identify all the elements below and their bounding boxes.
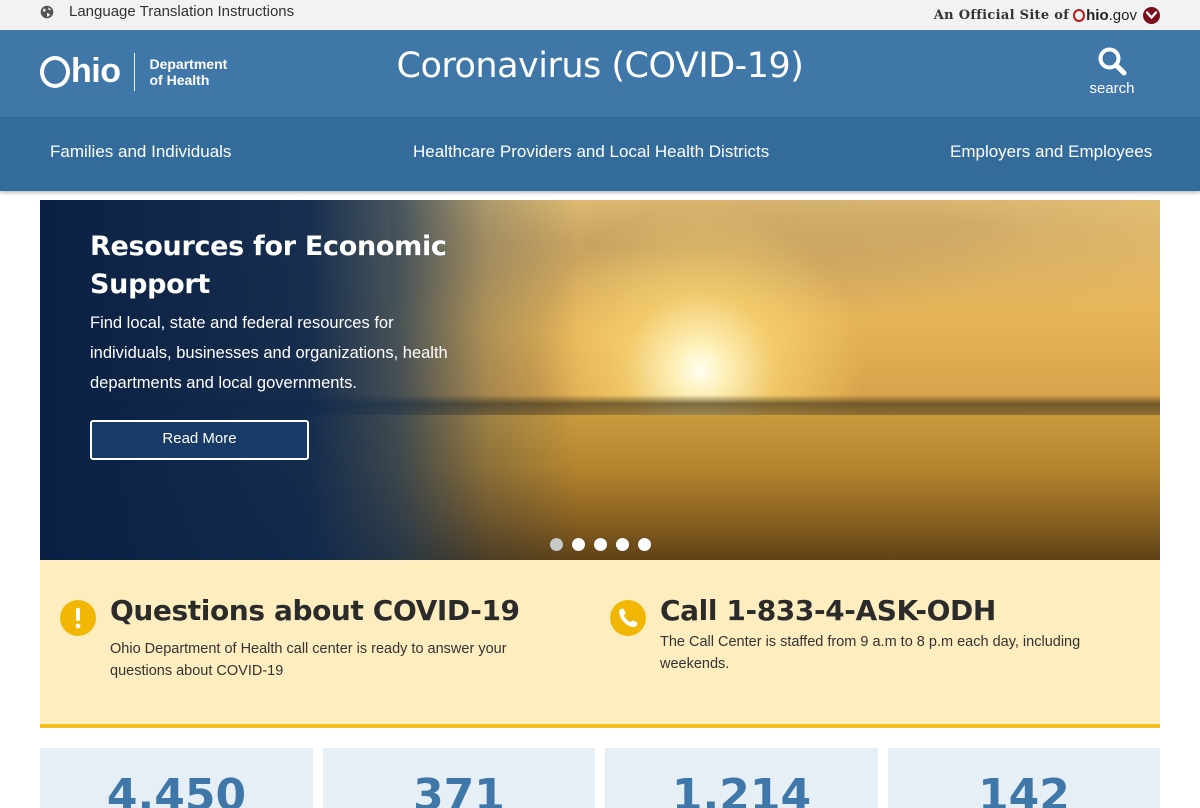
stat-card: 371 [323, 748, 595, 808]
stat-value: 4,450 [106, 770, 247, 808]
stat-value: 371 [413, 770, 505, 808]
page-title: Coronavirus (COVID-19) [396, 46, 804, 86]
search-button[interactable]: search [1084, 46, 1140, 104]
stat-card: 142 [888, 748, 1160, 808]
read-more-button[interactable]: Read More [90, 420, 309, 460]
phone-icon [610, 600, 646, 636]
stat-card: 1,214 [605, 748, 878, 808]
carousel-dots [550, 538, 660, 551]
carousel-dot-5[interactable] [638, 538, 651, 551]
contact-info-band: Questions about COVID-19 Ohio Department… [40, 560, 1160, 728]
site-header: hio Department of Health Coronavirus (CO… [0, 30, 1200, 117]
call-heading: Call 1-833-4-ASK-ODH [660, 594, 996, 627]
questions-heading: Questions about COVID-19 [110, 594, 520, 627]
carousel-dot-1[interactable] [550, 538, 563, 551]
ohio-gov-hio: hio [1086, 6, 1109, 24]
chevron-down-icon[interactable] [1143, 6, 1160, 24]
main-nav: Families and Individuals Healthcare Prov… [0, 117, 1200, 191]
official-site-label: An Official Site of [933, 7, 1070, 23]
questions-body: Ohio Department of Health call center is… [110, 641, 507, 679]
stat-card: 4,450 [40, 748, 313, 808]
carousel-dot-3[interactable] [594, 538, 607, 551]
utility-bar: Language Translation Instructions An Off… [0, 0, 1200, 30]
ohio-gov-suffix: .gov [1108, 6, 1137, 24]
ohio-gov-logo: hio .gov [1073, 7, 1137, 24]
nav-item-families[interactable]: Families and Individuals [50, 142, 231, 162]
exclamation-icon [60, 600, 96, 636]
hero-heading: Resources for Economic Support [90, 231, 447, 300]
hero-carousel: Resources for Economic Support Find loca… [40, 200, 1160, 560]
stat-value: 142 [978, 770, 1070, 808]
language-translation-link[interactable]: Language Translation Instructions [69, 3, 294, 20]
official-site-badge[interactable]: An Official Site of hio .gov [934, 5, 1160, 25]
ohio-o-mark [1073, 8, 1086, 22]
search-icon [1098, 47, 1127, 76]
stat-value: 1,214 [671, 770, 812, 808]
nav-item-healthcare-providers[interactable]: Healthcare Providers and Local Health Di… [413, 142, 769, 162]
hero-description: Find local, state and federal resources … [90, 314, 448, 392]
search-label: search [1089, 80, 1135, 97]
carousel-dot-2[interactable] [572, 538, 585, 551]
nav-item-employers[interactable]: Employers and Employees [950, 142, 1152, 162]
globe-icon [40, 5, 54, 19]
carousel-dot-4[interactable] [616, 538, 629, 551]
call-body: The Call Center is staffed from 9 a.m to… [660, 634, 1081, 672]
